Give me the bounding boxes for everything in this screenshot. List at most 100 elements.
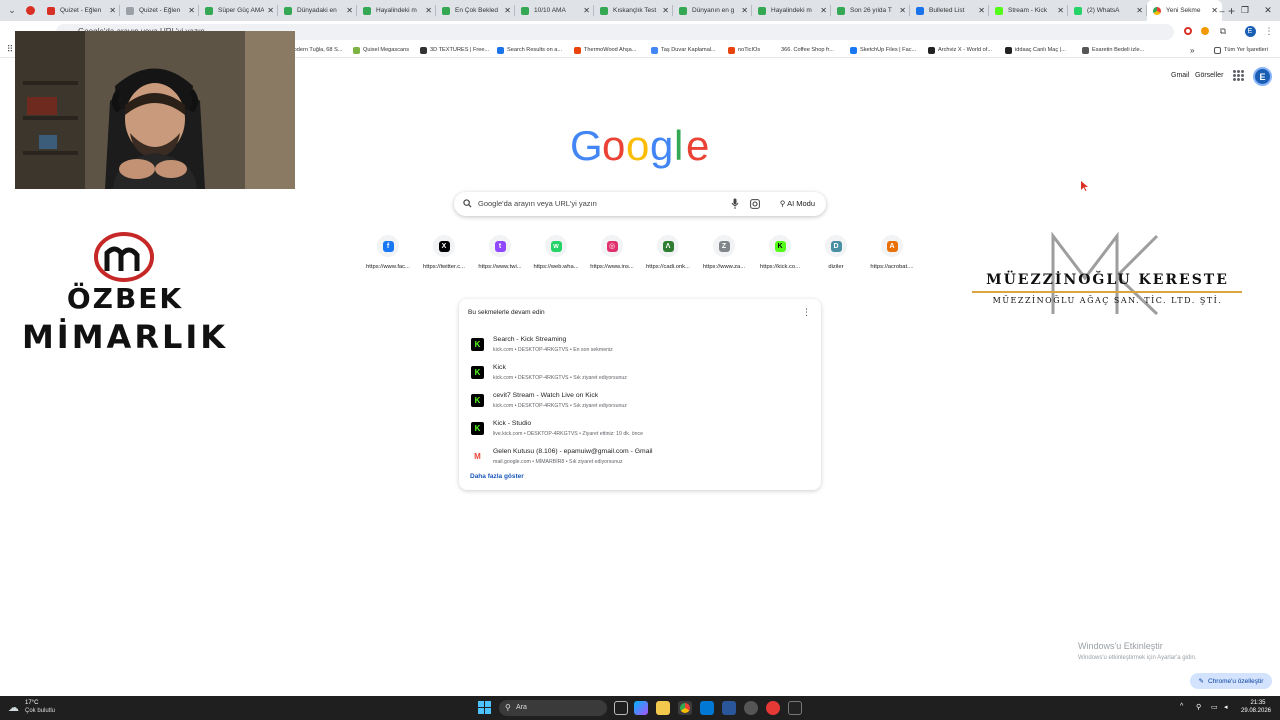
copilot-icon[interactable] [634,701,648,715]
shortcut-label: https://twitter.c... [423,264,465,270]
close-tab-icon[interactable]: ✕ [425,6,432,15]
tab-item[interactable]: Dünyanın en g ✕ [673,0,752,21]
file-explorer-icon[interactable] [656,701,670,715]
close-tab-icon[interactable]: ✕ [109,6,116,15]
shortcut-tile[interactable]: ◎ https://www.ins... [584,233,640,277]
menu-dots-icon[interactable]: ⋮ [1262,24,1276,38]
tab-item[interactable]: Quizet - Eğlen ✕ [41,0,120,21]
close-tab-icon[interactable]: ✕ [504,6,511,15]
close-tab-icon[interactable]: ✕ [188,6,195,15]
bookmark-label: ThermoWood Ahşa... [584,47,637,53]
profile-tab-icon[interactable] [26,6,35,15]
app-icon[interactable] [788,701,802,715]
profile-icon[interactable]: E [1243,24,1257,38]
resume-tab-item[interactable]: Kcevit7 Stream - Watch Live on Kick kick.… [468,389,812,415]
weather-temperature[interactable]: 17°C [25,700,38,706]
tray-chevron-icon[interactable]: ^ [1180,703,1183,710]
shortcut-tile[interactable]: Xhttps://twitter.c... [416,233,472,277]
close-tab-icon[interactable]: ✕ [978,6,985,15]
resume-tab-item[interactable]: K Kick kick.com • DESKTOP-4RKGTVS • Sık zi… [468,361,812,387]
photoshop-icon[interactable] [700,701,714,715]
settings-gear-icon[interactable] [744,701,758,715]
close-tab-icon[interactable]: ✕ [1057,6,1064,15]
close-tab-icon[interactable]: ✕ [899,6,906,15]
lens-icon[interactable] [750,199,760,209]
shortcut-tile[interactable]: Ddiziler [808,233,864,277]
bookmark-item[interactable]: 3D TEXTURES | Free... [420,45,489,55]
close-tab-icon[interactable]: ✕ [346,6,353,15]
bookmark-item[interactable]: Search Results on a... [497,45,562,55]
bookmark-item[interactable]: Taş Duvar Kaplamal... [651,45,716,55]
bookmark-item[interactable]: noTicIOs [728,45,760,55]
weather-description[interactable]: Çok bulutlu [25,708,55,714]
tab-item[interactable]: Son 26 yılda T ✕ [831,0,910,21]
tab-item[interactable]: Bulleted List ✕ [910,0,989,21]
clock-date[interactable]: 29.08.2026 [1238,708,1274,714]
shortcut-tile[interactable]: Ʌhttps://cadi.onk... [640,233,696,277]
customize-chrome-button[interactable]: ✎ Chrome'u özelleştir [1190,673,1272,689]
bookmark-item[interactable]: 366. Coffee Shop fr... [771,45,834,55]
bookmark-item[interactable]: Quixel Megascans [353,45,409,55]
close-window-button[interactable]: ✕ [1257,0,1279,21]
close-tab-icon[interactable]: ✕ [741,6,748,15]
cloud-weather-icon[interactable]: ☁ [8,701,19,714]
microphone-icon[interactable] [731,198,739,210]
shortcut-tile[interactable]: t https://www.twi... [472,233,528,277]
chrome-taskbar-icon[interactable] [678,701,692,715]
gmail-link[interactable]: Gmail [1171,72,1189,79]
tab-favicon-icon [916,6,924,15]
shortcut-tile[interactable]: Ahttps://acrobat.... [864,233,920,277]
close-tab-icon[interactable]: ✕ [267,6,274,15]
bookmark-item[interactable]: iddaaç Canlı Maç |... [1005,45,1066,55]
minimize-button[interactable]: – [1211,0,1233,21]
task-view-icon[interactable] [614,701,628,715]
tab-item[interactable]: En Çok Bekled ✕ [436,0,515,21]
shortcut-tile[interactable]: f https://www.fac... [360,233,416,277]
resume-tab-item[interactable]: M Gelen Kutusu (8.106) - epamuiw@gmail.co… [468,445,812,471]
tab-item[interactable]: Dünyadaki en ✕ [278,0,357,21]
taskbar-search[interactable]: ⚲ Ara [499,700,607,716]
extension-icon[interactable] [1198,24,1212,38]
bookmarks-overflow-icon[interactable]: » [1190,45,1194,55]
shortcut-tile[interactable]: Zhttps://www.za... [696,233,752,277]
close-tab-icon[interactable]: ✕ [662,6,669,15]
tab-item[interactable]: 10/10 AMA ✕ [515,0,594,21]
tab-item[interactable]: Kıskançlık Test ✕ [594,0,673,21]
extensions-puzzle-icon[interactable]: ⧉ [1216,24,1230,38]
bookmark-item[interactable]: Archviz X - World of... [928,45,992,55]
google-apps-icon[interactable] [1233,70,1244,81]
tab-item[interactable]: (2) WhatsA ✕ [1068,0,1147,21]
tab-item[interactable]: Süper Güç AMA ✕ [199,0,278,21]
close-tab-icon[interactable]: ✕ [820,6,827,15]
clock-time[interactable]: 21:35 [1243,700,1273,706]
bookmark-item[interactable]: ThermoWood Ahşa... [574,45,636,55]
resume-tab-item[interactable]: K Kick - Studio live.kick.com • DESKTOP-4R… [468,417,812,443]
microphone-tray-icon[interactable]: ⚲ [1196,703,1201,711]
account-avatar[interactable]: E [1253,67,1272,86]
images-link[interactable]: Görseller [1195,72,1223,79]
recorder-icon[interactable] [766,701,780,715]
windows-start-icon[interactable] [478,701,491,714]
shortcut-tile[interactable]: Khttps://kick.co... [752,233,808,277]
ai-mode-button[interactable]: ⚲ AI Modu [775,196,820,212]
tab-item[interactable]: Quizet - Eğlen ✕ [120,0,199,21]
resume-tab-item[interactable]: K Search - Kick Streaming kick.com • DESKT… [468,333,812,359]
shortcut-tile[interactable]: w https://web.wha... [528,233,584,277]
all-bookmarks-button[interactable]: Tüm Yer İşaretleri [1214,45,1268,55]
show-more-link[interactable]: Daha fazla göster [470,473,524,480]
tab-item[interactable]: Hayalindeki m ✕ [752,0,831,21]
close-tab-icon[interactable]: ✕ [583,6,590,15]
maximize-button[interactable]: ❐ [1234,0,1256,21]
network-icon[interactable]: ▭ [1211,703,1218,711]
bookmark-item[interactable]: SketchUp Files | Fac... [850,45,916,55]
search-box[interactable]: Google'da arayın veya URL'yi yazın ⚲ AI … [454,192,826,216]
tab-search-icon[interactable]: ⌄ [4,3,20,19]
tab-item[interactable]: Hayalindeki m ✕ [357,0,436,21]
close-tab-icon[interactable]: ✕ [1136,6,1143,15]
tab-item[interactable]: Stream - Kick ✕ [989,0,1068,21]
card-more-icon[interactable]: ⋮ [802,307,811,318]
volume-icon[interactable]: ◂ [1224,703,1228,711]
calculator-icon[interactable] [722,701,736,715]
bookmark-item[interactable]: Esaretin Bedeli izle... [1082,45,1144,55]
opera-extension-icon[interactable] [1181,24,1195,38]
